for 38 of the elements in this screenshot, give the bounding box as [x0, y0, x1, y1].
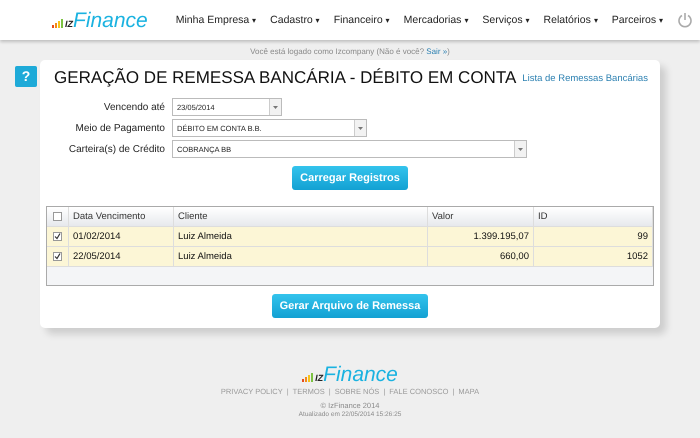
- select-all-checkbox[interactable]: [53, 212, 62, 221]
- table-cell: 1.399.195,07: [428, 227, 534, 246]
- field-label: Carteira(s) de Crédito: [68, 144, 165, 154]
- remittance-list-link[interactable]: Lista de Remessas Bancárias: [522, 72, 648, 84]
- column-header: Valor: [428, 207, 534, 226]
- table-cell: 01/02/2014: [69, 227, 174, 246]
- logout-link[interactable]: Sair »: [426, 47, 448, 56]
- nav-menu-item[interactable]: Cadastro ▾: [270, 14, 320, 26]
- logo-name: Finance: [73, 10, 148, 30]
- field-label: Vencendo até: [102, 102, 165, 112]
- field-label: Meio de Pagamento: [74, 122, 165, 134]
- nav-menu-item[interactable]: Financeiro ▾: [334, 14, 390, 26]
- nav-menu-item[interactable]: Minha Empresa ▾: [176, 14, 256, 26]
- nav-menu-item[interactable]: Parceiros ▾: [612, 14, 664, 26]
- bars-icon: [52, 18, 64, 28]
- row-checkbox[interactable]: [53, 252, 62, 261]
- nav-menu-item[interactable]: Serviços ▾: [482, 14, 530, 26]
- table-cell: Luiz Almeida: [174, 247, 428, 266]
- column-header: Cliente: [174, 207, 428, 226]
- bars-icon: [302, 373, 314, 382]
- table-cell: 1052: [534, 247, 653, 266]
- caret-icon: [358, 126, 363, 130]
- page-title: GERAÇÃO DE REMESSA BANCÁRIA - DÉBITO EM CONTA: [54, 68, 516, 88]
- nav-menu-item[interactable]: Relatórios ▾: [544, 14, 598, 26]
- column-header: ID: [534, 207, 653, 226]
- table-cell: 660,00: [428, 247, 534, 266]
- logo-mark: IZ: [65, 18, 73, 28]
- login-notice: Você está logado como Izcompany (Não é você? Sair »): [249, 47, 451, 56]
- table-cell: 99: [534, 227, 653, 246]
- logo-name: Finance: [323, 364, 398, 385]
- caret-icon: [273, 106, 278, 108]
- row-checkbox[interactable]: [53, 232, 62, 241]
- table-cell: 22/05/2014: [69, 247, 174, 266]
- table-cell: Luiz Almeida: [174, 227, 428, 246]
- logo-mark: IZ: [315, 373, 324, 383]
- caret-icon: [518, 148, 523, 150]
- nav-menu-item[interactable]: Mercadorias ▾: [404, 14, 468, 26]
- column-header: Data Vencimento: [69, 207, 174, 226]
